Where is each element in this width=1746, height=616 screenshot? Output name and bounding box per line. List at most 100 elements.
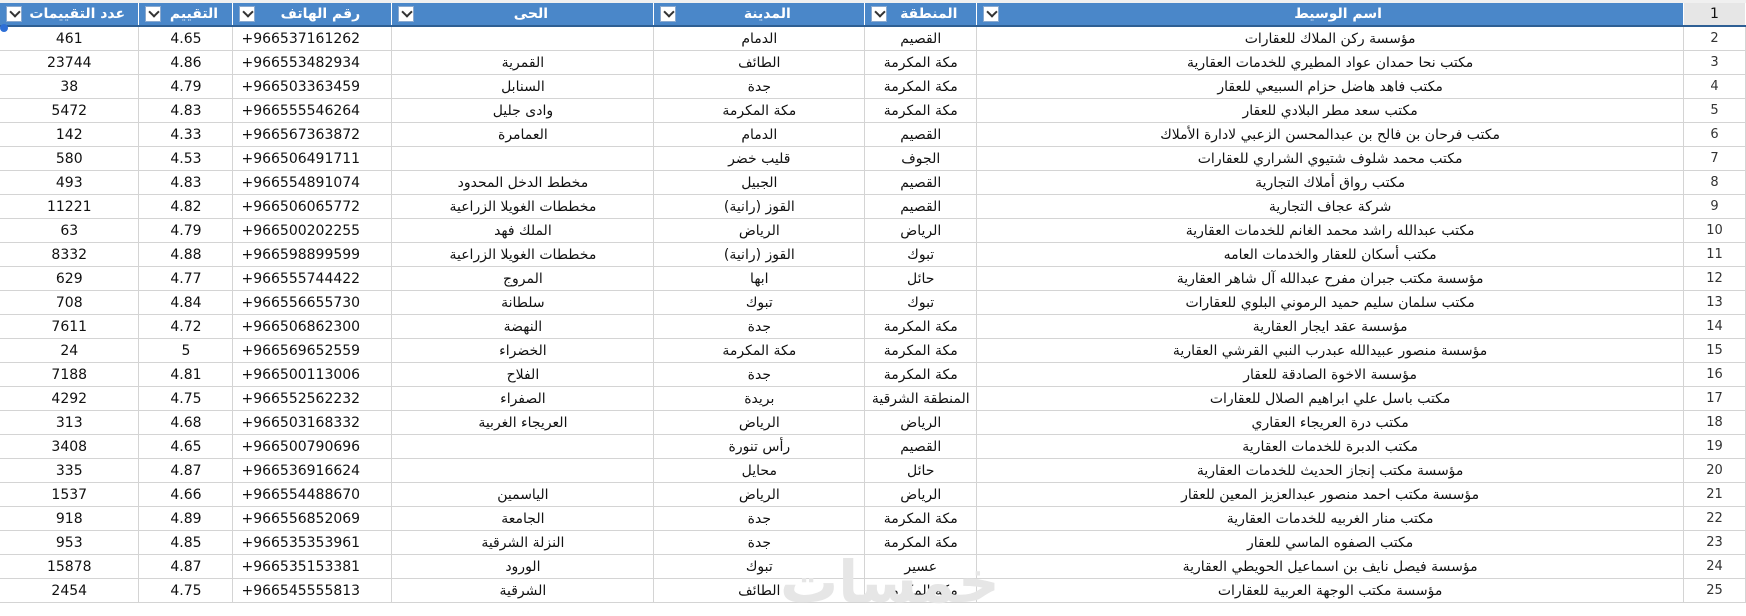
row-number[interactable]: 3 xyxy=(1683,50,1746,75)
cell-broker-name[interactable]: مؤسسة مكتب الوجهة العربية للعقارات xyxy=(976,578,1684,603)
cell-broker-name[interactable]: مؤسسة عقد ايجار العقارية xyxy=(976,314,1684,339)
cell-phone[interactable]: +966567363872 xyxy=(232,122,393,147)
cell-review-count[interactable]: 3408 xyxy=(0,434,140,459)
filter-dropdown-icon[interactable] xyxy=(145,6,162,22)
cell-district[interactable]: الشرقية xyxy=(391,578,655,603)
cell-region[interactable]: مكة المكرمة xyxy=(864,578,978,603)
cell-region[interactable]: القصيم xyxy=(864,170,978,195)
cell-region[interactable]: مكة المكرمة xyxy=(864,314,978,339)
cell-rating[interactable]: 4.88 xyxy=(138,242,234,267)
cell-broker-name[interactable]: مؤسسة مكتب احمد منصور عبدالعزيز المعين ل… xyxy=(976,482,1684,507)
cell-district[interactable]: وادى جليل xyxy=(391,98,655,123)
cell-phone[interactable]: +966537161262 xyxy=(232,26,393,51)
cell-rating[interactable]: 4.87 xyxy=(138,554,234,579)
cell-region[interactable]: المنطقة الشرقية xyxy=(864,386,978,411)
cell-broker-name[interactable]: مؤسسة مكتب جبران مفرح عبدالله آل شاهر ال… xyxy=(976,266,1684,291)
row-number[interactable]: 8 xyxy=(1683,170,1746,195)
cell-rating[interactable]: 4.83 xyxy=(138,170,234,195)
cell-district[interactable]: الملك فهد xyxy=(391,218,655,243)
cell-city[interactable]: جدة xyxy=(653,530,866,555)
cell-city[interactable]: القوز (رانية) xyxy=(653,194,866,219)
cell-review-count[interactable]: 313 xyxy=(0,410,140,435)
cell-city[interactable]: الرياض xyxy=(653,218,866,243)
header-rating[interactable]: التقييم xyxy=(138,3,234,27)
cell-region[interactable]: الرياض xyxy=(864,482,978,507)
row-number[interactable]: 7 xyxy=(1683,146,1746,171)
cell-phone[interactable]: +966552562232 xyxy=(232,386,393,411)
cell-broker-name[interactable]: شركة عجاف التجارية xyxy=(976,194,1684,219)
cell-district[interactable] xyxy=(391,458,655,483)
cell-phone[interactable]: +966500202255 xyxy=(232,218,393,243)
cell-broker-name[interactable]: مؤسسة مكتب إنجاز الحديث للخدمات العقارية xyxy=(976,458,1684,483)
cell-region[interactable]: حائل xyxy=(864,458,978,483)
cell-phone[interactable]: +966569652559 xyxy=(232,338,393,363)
cell-district[interactable]: الخضراء xyxy=(391,338,655,363)
cell-region[interactable]: تبوك xyxy=(864,290,978,315)
row-number[interactable]: 22 xyxy=(1683,506,1746,531)
header-region[interactable]: المنطقة xyxy=(864,3,978,27)
cell-city[interactable]: جدة xyxy=(653,74,866,99)
cell-rating[interactable]: 4.89 xyxy=(138,506,234,531)
cell-phone[interactable]: +966500113006 xyxy=(232,362,393,387)
cell-region[interactable]: مكة المكرمة xyxy=(864,98,978,123)
header-district[interactable]: الحى xyxy=(391,3,655,27)
cell-review-count[interactable]: 23744 xyxy=(0,50,140,75)
cell-rating[interactable]: 4.68 xyxy=(138,410,234,435)
cell-district[interactable]: النهضة xyxy=(391,314,655,339)
row-number[interactable]: 17 xyxy=(1683,386,1746,411)
cell-broker-name[interactable]: مكتب الدبرة للخدمات العقارية xyxy=(976,434,1684,459)
cell-phone[interactable]: +966556852069 xyxy=(232,506,393,531)
cell-rating[interactable]: 4.66 xyxy=(138,482,234,507)
cell-phone[interactable]: +966554891074 xyxy=(232,170,393,195)
cell-city[interactable]: جدة xyxy=(653,506,866,531)
cell-rating[interactable]: 4.85 xyxy=(138,530,234,555)
row-number[interactable]: 10 xyxy=(1683,218,1746,243)
cell-review-count[interactable]: 8332 xyxy=(0,242,140,267)
cell-rating[interactable]: 4.53 xyxy=(138,146,234,171)
cell-broker-name[interactable]: مكتب عبدالله راشد محمد الغانم للخدمات ال… xyxy=(976,218,1684,243)
cell-city[interactable]: الرياض xyxy=(653,410,866,435)
cell-broker-name[interactable]: مكتب سلمان سليم حميد الرموني البلوي للعق… xyxy=(976,290,1684,315)
cell-region[interactable]: الرياض xyxy=(864,410,978,435)
cell-city[interactable]: الطائف xyxy=(653,50,866,75)
cell-district[interactable]: السنابل xyxy=(391,74,655,99)
header-name[interactable]: اسم الوسيط xyxy=(976,3,1684,27)
cell-region[interactable]: مكة المكرمة xyxy=(864,506,978,531)
cell-district[interactable]: مخططات الغويلا الزراعية xyxy=(391,242,655,267)
cell-district[interactable]: القمرية xyxy=(391,50,655,75)
cell-rating[interactable]: 4.86 xyxy=(138,50,234,75)
cell-district[interactable]: الصفراء xyxy=(391,386,655,411)
cell-city[interactable]: القوز (رانية) xyxy=(653,242,866,267)
cell-review-count[interactable]: 38 xyxy=(0,74,140,99)
filter-dropdown-icon[interactable] xyxy=(6,6,22,22)
cell-city[interactable]: مكة المكرمة xyxy=(653,98,866,123)
row-number[interactable]: 25 xyxy=(1683,578,1746,603)
filter-dropdown-icon[interactable] xyxy=(239,6,256,22)
cell-review-count[interactable]: 7188 xyxy=(0,362,140,387)
cell-review-count[interactable]: 629 xyxy=(0,266,140,291)
cell-phone[interactable]: +966553482934 xyxy=(232,50,393,75)
cell-rating[interactable]: 4.82 xyxy=(138,194,234,219)
filter-dropdown-icon[interactable] xyxy=(871,6,888,22)
cell-broker-name[interactable]: مكتب منار الغربيه للخدمات العقارية xyxy=(976,506,1684,531)
cell-district[interactable]: العريجاء الغربية xyxy=(391,410,655,435)
cell-phone[interactable]: +966506065772 xyxy=(232,194,393,219)
cell-region[interactable]: تبوك xyxy=(864,242,978,267)
cell-rating[interactable]: 4.77 xyxy=(138,266,234,291)
cell-phone[interactable]: +966503168332 xyxy=(232,410,393,435)
cell-region[interactable]: القصيم xyxy=(864,26,978,51)
row-number[interactable]: 6 xyxy=(1683,122,1746,147)
row-number[interactable]: 16 xyxy=(1683,362,1746,387)
cell-review-count[interactable]: 953 xyxy=(0,530,140,555)
cell-review-count[interactable]: 24 xyxy=(0,338,140,363)
cell-broker-name[interactable]: مكتب نحا حمدان عواد المطيري للخدمات العق… xyxy=(976,50,1684,75)
filter-dropdown-icon[interactable] xyxy=(983,6,1000,22)
cell-city[interactable]: الدمام xyxy=(653,26,866,51)
cell-district[interactable]: مخططات الغويلا الزراعية xyxy=(391,194,655,219)
cell-broker-name[interactable]: مؤسسة ركن الملاك للعقارات xyxy=(976,26,1684,51)
cell-city[interactable]: الرياض xyxy=(653,482,866,507)
cell-review-count[interactable]: 63 xyxy=(0,218,140,243)
cell-district[interactable]: الفلاح xyxy=(391,362,655,387)
filter-dropdown-icon[interactable] xyxy=(398,6,415,22)
cell-district[interactable]: سلطانة xyxy=(391,290,655,315)
